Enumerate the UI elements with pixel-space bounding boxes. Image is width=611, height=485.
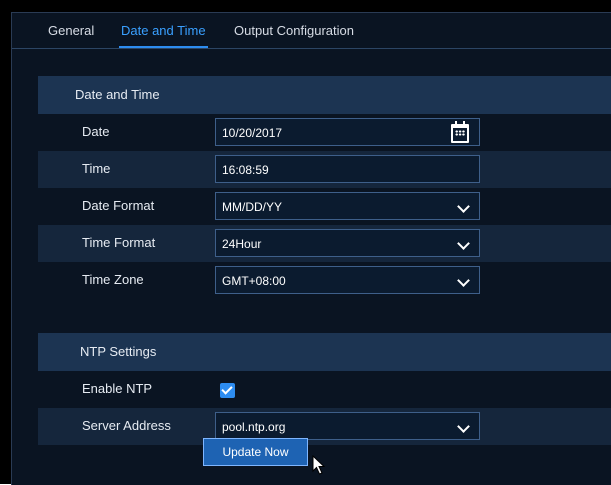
enable-ntp-checkbox[interactable]	[220, 383, 235, 398]
enable-ntp-row: Enable NTP	[38, 371, 611, 408]
server-address-select[interactable]: pool.ntp.org	[215, 412, 480, 440]
ntp-section-title: NTP Settings	[80, 344, 157, 359]
time-zone-select[interactable]: GMT+08:00	[215, 266, 480, 294]
tab-bar: General Date and Time Output Configurati…	[12, 13, 611, 49]
date-format-select[interactable]: MM/DD/YY	[215, 192, 480, 220]
time-zone-row: Time Zone GMT+08:00	[38, 262, 611, 299]
date-format-label: Date Format	[82, 198, 155, 213]
chevron-down-icon	[457, 200, 470, 213]
date-time-section-title: Date and Time	[75, 87, 160, 102]
update-now-button[interactable]: Update Now	[203, 438, 308, 466]
time-zone-value: GMT+08:00	[222, 274, 286, 288]
date-row: Date 10/20/2017	[38, 114, 611, 151]
date-format-value: MM/DD/YY	[222, 200, 282, 214]
date-value: 10/20/2017	[222, 126, 283, 140]
time-zone-label: Time Zone	[82, 272, 144, 287]
calendar-icon[interactable]	[451, 121, 469, 143]
server-address-row: Server Address pool.ntp.org	[38, 408, 611, 445]
time-row: Time 16:08:59	[38, 151, 611, 188]
date-label: Date	[82, 124, 110, 139]
ntp-section-header: NTP Settings	[38, 333, 611, 371]
time-format-select[interactable]: 24Hour	[215, 229, 480, 257]
tab-general[interactable]: General	[48, 23, 94, 47]
tab-output-configuration[interactable]: Output Configuration	[234, 23, 354, 47]
date-field[interactable]: 10/20/2017	[215, 118, 480, 146]
server-address-label: Server Address	[82, 418, 171, 433]
time-format-row: Time Format 24Hour	[38, 225, 611, 262]
time-label: Time	[82, 161, 111, 176]
date-format-row: Date Format MM/DD/YY	[38, 188, 611, 225]
tab-date-and-time[interactable]: Date and Time	[119, 23, 208, 48]
date-time-section-header: Date and Time	[38, 76, 611, 114]
mouse-pointer-icon	[312, 455, 326, 475]
chevron-down-icon	[457, 420, 470, 433]
server-address-value: pool.ntp.org	[222, 420, 286, 434]
time-field[interactable]: 16:08:59	[215, 155, 480, 183]
time-format-value: 24Hour	[222, 237, 262, 251]
window-frame: General Date and Time Output Configurati…	[0, 0, 611, 485]
time-value: 16:08:59	[222, 163, 269, 177]
chevron-down-icon	[457, 237, 470, 250]
time-format-label: Time Format	[82, 235, 156, 250]
chevron-down-icon	[457, 274, 470, 287]
settings-panel: General Date and Time Output Configurati…	[11, 12, 611, 485]
enable-ntp-label: Enable NTP	[82, 381, 153, 396]
